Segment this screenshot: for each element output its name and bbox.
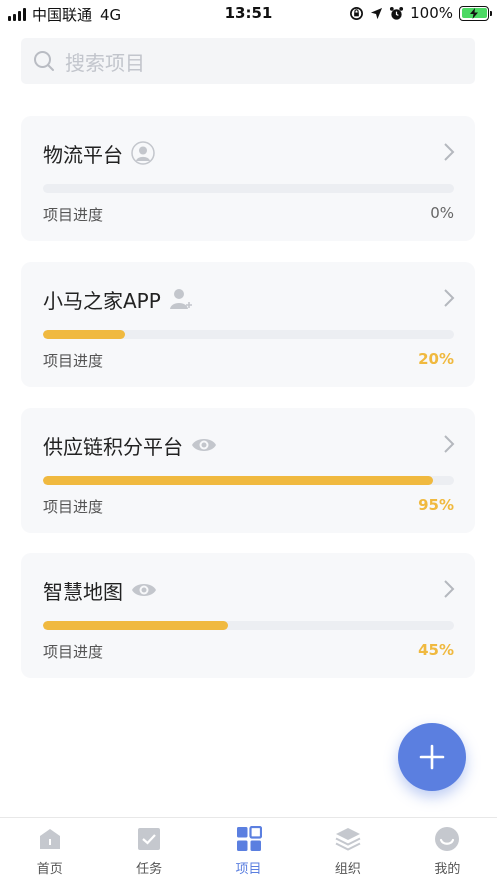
tab-label: 任务 bbox=[136, 862, 163, 877]
progress-fill bbox=[43, 621, 228, 630]
project-card-logistics[interactable]: 物流平台 项目进度 0% bbox=[21, 116, 475, 241]
eye-icon bbox=[191, 435, 217, 455]
project-title: 智慧地图 bbox=[43, 579, 123, 604]
rotation-lock-icon bbox=[350, 6, 364, 20]
tab-bar: 首页 任务 项目 组织 我的 bbox=[0, 817, 497, 883]
progress-track bbox=[43, 621, 454, 630]
battery-icon bbox=[459, 5, 492, 21]
progress-fill bbox=[43, 476, 434, 485]
project-card-smart-map[interactable]: 智慧地图 项目进度 45% bbox=[21, 553, 475, 678]
home-icon bbox=[37, 826, 63, 852]
alarm-icon bbox=[390, 6, 404, 20]
status-right: 100% bbox=[349, 4, 492, 22]
progress-label: 项目进度 bbox=[43, 206, 104, 224]
search-icon bbox=[34, 51, 54, 71]
chevron-right-icon[interactable] bbox=[443, 434, 455, 454]
plus-icon bbox=[419, 744, 445, 770]
location-arrow-icon bbox=[371, 7, 383, 19]
tab-label: 组织 bbox=[334, 862, 361, 877]
progress-label: 项目进度 bbox=[43, 643, 104, 661]
search-bar[interactable]: 搜索项目 bbox=[21, 38, 475, 84]
progress-track bbox=[43, 184, 454, 193]
user-circle-icon bbox=[131, 141, 155, 165]
layers-icon bbox=[335, 826, 361, 852]
progress-label: 项目进度 bbox=[43, 352, 104, 370]
project-card-xiaoma[interactable]: 小马之家APP 项目进度 20% bbox=[21, 262, 475, 387]
battery-percent: 100% bbox=[410, 4, 453, 22]
task-check-icon bbox=[136, 826, 162, 852]
grid-icon bbox=[236, 826, 262, 852]
tab-label: 首页 bbox=[36, 862, 63, 877]
progress-fill bbox=[43, 330, 126, 339]
progress-value: 20% bbox=[418, 350, 454, 368]
progress-track bbox=[43, 476, 454, 485]
eye-icon bbox=[131, 580, 157, 600]
add-user-icon bbox=[169, 287, 195, 311]
chevron-right-icon[interactable] bbox=[443, 142, 455, 162]
progress-value: 95% bbox=[418, 496, 454, 514]
tab-mine[interactable]: 我的 bbox=[398, 818, 497, 883]
chevron-right-icon[interactable] bbox=[443, 579, 455, 599]
project-title: 物流平台 bbox=[43, 142, 123, 167]
status-bar: 中国联通 4G 13:51 100% bbox=[0, 0, 497, 28]
progress-track bbox=[43, 330, 454, 339]
chevron-right-icon[interactable] bbox=[443, 288, 455, 308]
tab-tasks[interactable]: 任务 bbox=[99, 818, 198, 883]
profile-icon bbox=[434, 826, 460, 852]
project-title: 小马之家APP bbox=[43, 288, 161, 313]
progress-label: 项目进度 bbox=[43, 498, 104, 516]
add-project-button[interactable] bbox=[398, 723, 466, 791]
tab-label: 项目 bbox=[235, 862, 262, 877]
progress-value: 45% bbox=[418, 641, 454, 659]
tab-organization[interactable]: 组织 bbox=[298, 818, 397, 883]
search-input[interactable]: 搜索项目 bbox=[65, 47, 145, 76]
progress-value: 0% bbox=[430, 204, 454, 222]
project-card-supply-chain[interactable]: 供应链积分平台 项目进度 95% bbox=[21, 408, 475, 533]
project-title: 供应链积分平台 bbox=[43, 434, 183, 459]
tab-projects[interactable]: 项目 bbox=[199, 818, 298, 883]
tab-home[interactable]: 首页 bbox=[0, 818, 99, 883]
tab-label: 我的 bbox=[434, 862, 461, 877]
